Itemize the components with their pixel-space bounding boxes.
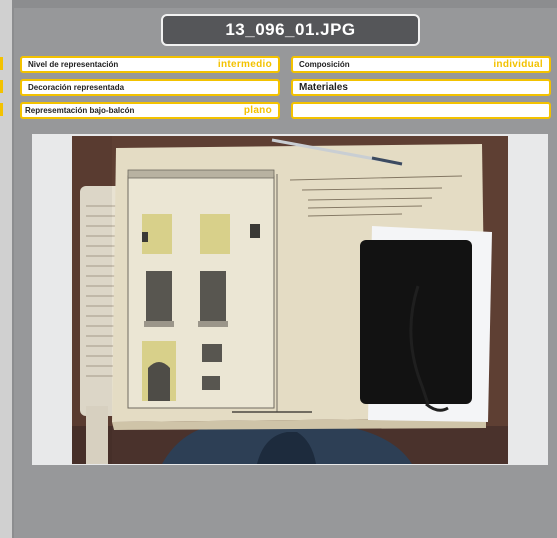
left-field-tab — [0, 57, 3, 70]
field-value: plano — [243, 105, 272, 116]
file-name-title: 13_096_01.JPG — [161, 14, 420, 46]
document-photo — [72, 136, 508, 464]
field-decoracion-representada[interactable]: Decoración representada — [20, 79, 280, 96]
field-empty[interactable] — [291, 102, 551, 119]
field-label: Represemtación bajo-balcón — [25, 106, 135, 115]
field-representacion-bajo-balcon[interactable]: Represemtación bajo-balcón plano — [20, 102, 280, 119]
field-materiales[interactable]: Materiales — [291, 79, 551, 96]
left-field-tab — [0, 103, 3, 116]
field-composicion[interactable]: Composición individual — [291, 56, 551, 73]
field-value: individual — [493, 59, 543, 70]
field-label: Composición — [299, 60, 350, 69]
field-label: Nivel de representación — [28, 60, 119, 69]
field-nivel-representacion[interactable]: Nivel de representación intermedio — [20, 56, 280, 73]
field-label: Materiales — [299, 82, 348, 93]
left-field-tab — [0, 80, 3, 93]
field-value: intermedio — [217, 59, 272, 70]
field-label: Decoración representada — [28, 83, 125, 92]
